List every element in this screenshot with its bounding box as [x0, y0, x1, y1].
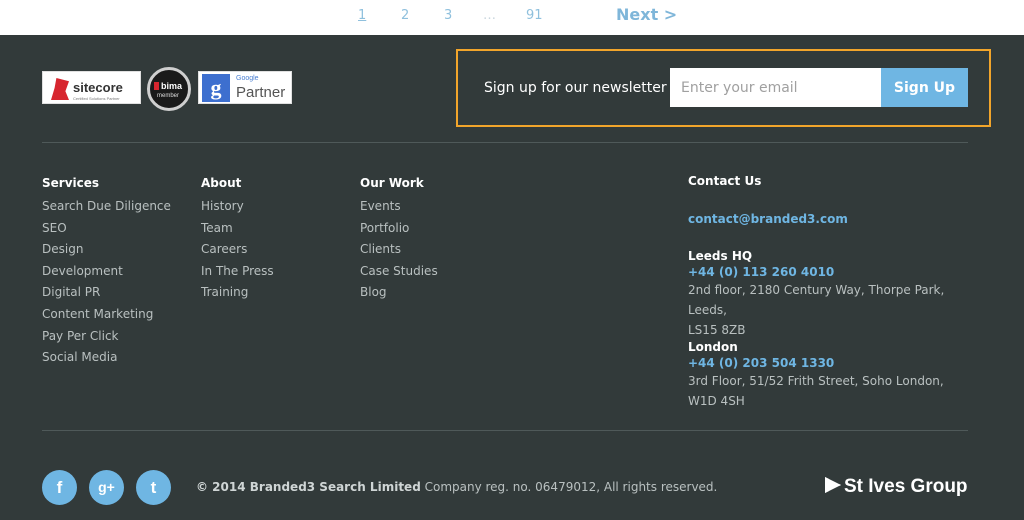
footer-link[interactable]: Clients [360, 239, 438, 261]
page-link-2[interactable]: 2 [401, 8, 409, 23]
bima-badge-name: bima [161, 81, 183, 91]
london-phone-link[interactable]: +44 (0) 203 504 1330 [688, 356, 978, 370]
contact-email-link[interactable]: contact@branded3.com [688, 212, 978, 226]
footer-link[interactable]: Events [360, 196, 438, 218]
page-link-91[interactable]: 91 [526, 8, 543, 23]
footer-link[interactable]: Content Marketing [42, 304, 171, 326]
newsletter-signup: Sign up for our newsletter Sign Up [456, 49, 991, 127]
column-heading: Our Work [360, 176, 424, 190]
footer-link[interactable]: Case Studies [360, 261, 438, 283]
st-ives-group-logo[interactable]: St Ives Group [825, 476, 968, 498]
footer-link[interactable]: History [201, 196, 274, 218]
sitecore-badge: sitecore Certified Solutions Partner [42, 71, 141, 104]
copyright-company: © 2014 Branded3 Search Limited [196, 480, 421, 494]
footer-link[interactable]: Social Media [42, 347, 171, 369]
copyright-notice: © 2014 Branded3 Search Limited Company r… [196, 480, 717, 494]
twitter-icon[interactable]: t [136, 470, 171, 505]
leeds-phone-link[interactable]: +44 (0) 113 260 4010 [688, 265, 978, 279]
footer-column-our-work: Our Work Events Portfolio Clients Case S… [360, 176, 438, 304]
page-link-1[interactable]: 1 [358, 8, 366, 23]
google-plus-icon[interactable]: g+ [89, 470, 124, 505]
next-page-link[interactable]: Next > [616, 5, 677, 24]
footer-link[interactable]: Blog [360, 282, 438, 304]
st-ives-arrow-icon [825, 477, 841, 493]
london-address-line2: W1D 4SH [688, 394, 745, 408]
leeds-office-title: Leeds HQ [688, 249, 753, 263]
google-logo-icon: g [202, 74, 230, 102]
london-office-title: London [688, 340, 738, 354]
contact-heading: Contact Us [688, 174, 762, 188]
footer-link[interactable]: Portfolio [360, 218, 438, 240]
footer-link[interactable]: SEO [42, 218, 171, 240]
column-heading: About [201, 176, 242, 190]
newsletter-email-input[interactable] [670, 68, 881, 107]
newsletter-label: Sign up for our newsletter [484, 80, 667, 96]
footer-link[interactable]: Digital PR [42, 282, 171, 304]
footer-link[interactable]: Design [42, 239, 171, 261]
facebook-icon[interactable]: f [42, 470, 77, 505]
footer-link[interactable]: Careers [201, 239, 274, 261]
page-ellipsis: … [483, 8, 496, 23]
leeds-address-line2: LS15 8ZB [688, 323, 746, 337]
contact-section: Contact Us contact@branded3.com Leeds HQ… [688, 174, 978, 411]
footer-divider-bottom [42, 430, 968, 431]
copyright-details: Company reg. no. 06479012, All rights re… [420, 480, 718, 494]
footer-column-services: Services Search Due Diligence SEO Design… [42, 176, 171, 369]
footer-divider-top [42, 142, 968, 143]
footer-link[interactable]: Team [201, 218, 274, 240]
page-link-3[interactable]: 3 [444, 8, 452, 23]
sitecore-badge-name: sitecore [73, 80, 123, 95]
leeds-address-line1: 2nd floor, 2180 Century Way, Thorpe Park… [688, 283, 945, 317]
sitecore-logo-icon [51, 78, 69, 100]
bima-logo-icon [154, 82, 159, 90]
google-partner-badge: g Google Partner [198, 71, 292, 104]
footer-link[interactable]: Search Due Diligence [42, 196, 171, 218]
column-heading: Services [42, 176, 100, 190]
footer-link[interactable]: In The Press [201, 261, 274, 283]
footer-link[interactable]: Development [42, 261, 171, 283]
google-badge-small: Google [236, 75, 259, 82]
st-ives-brand-name: St Ives Group [844, 476, 968, 497]
sitecore-badge-sub: Certified Solutions Partner [73, 96, 120, 101]
bima-badge: bima member [147, 67, 191, 111]
pagination-bar: 1 2 3 … 91 Next > [0, 0, 1024, 35]
bima-badge-sub: member [157, 93, 180, 99]
london-address-line1: 3rd Floor, 51/52 Frith Street, Soho Lond… [688, 374, 944, 388]
footer-column-about: About History Team Careers In The Press … [201, 176, 274, 304]
footer-link[interactable]: Pay Per Click [42, 326, 171, 348]
newsletter-signup-button[interactable]: Sign Up [881, 68, 968, 107]
footer-link[interactable]: Training [201, 282, 274, 304]
google-badge-big: Partner [236, 84, 286, 101]
